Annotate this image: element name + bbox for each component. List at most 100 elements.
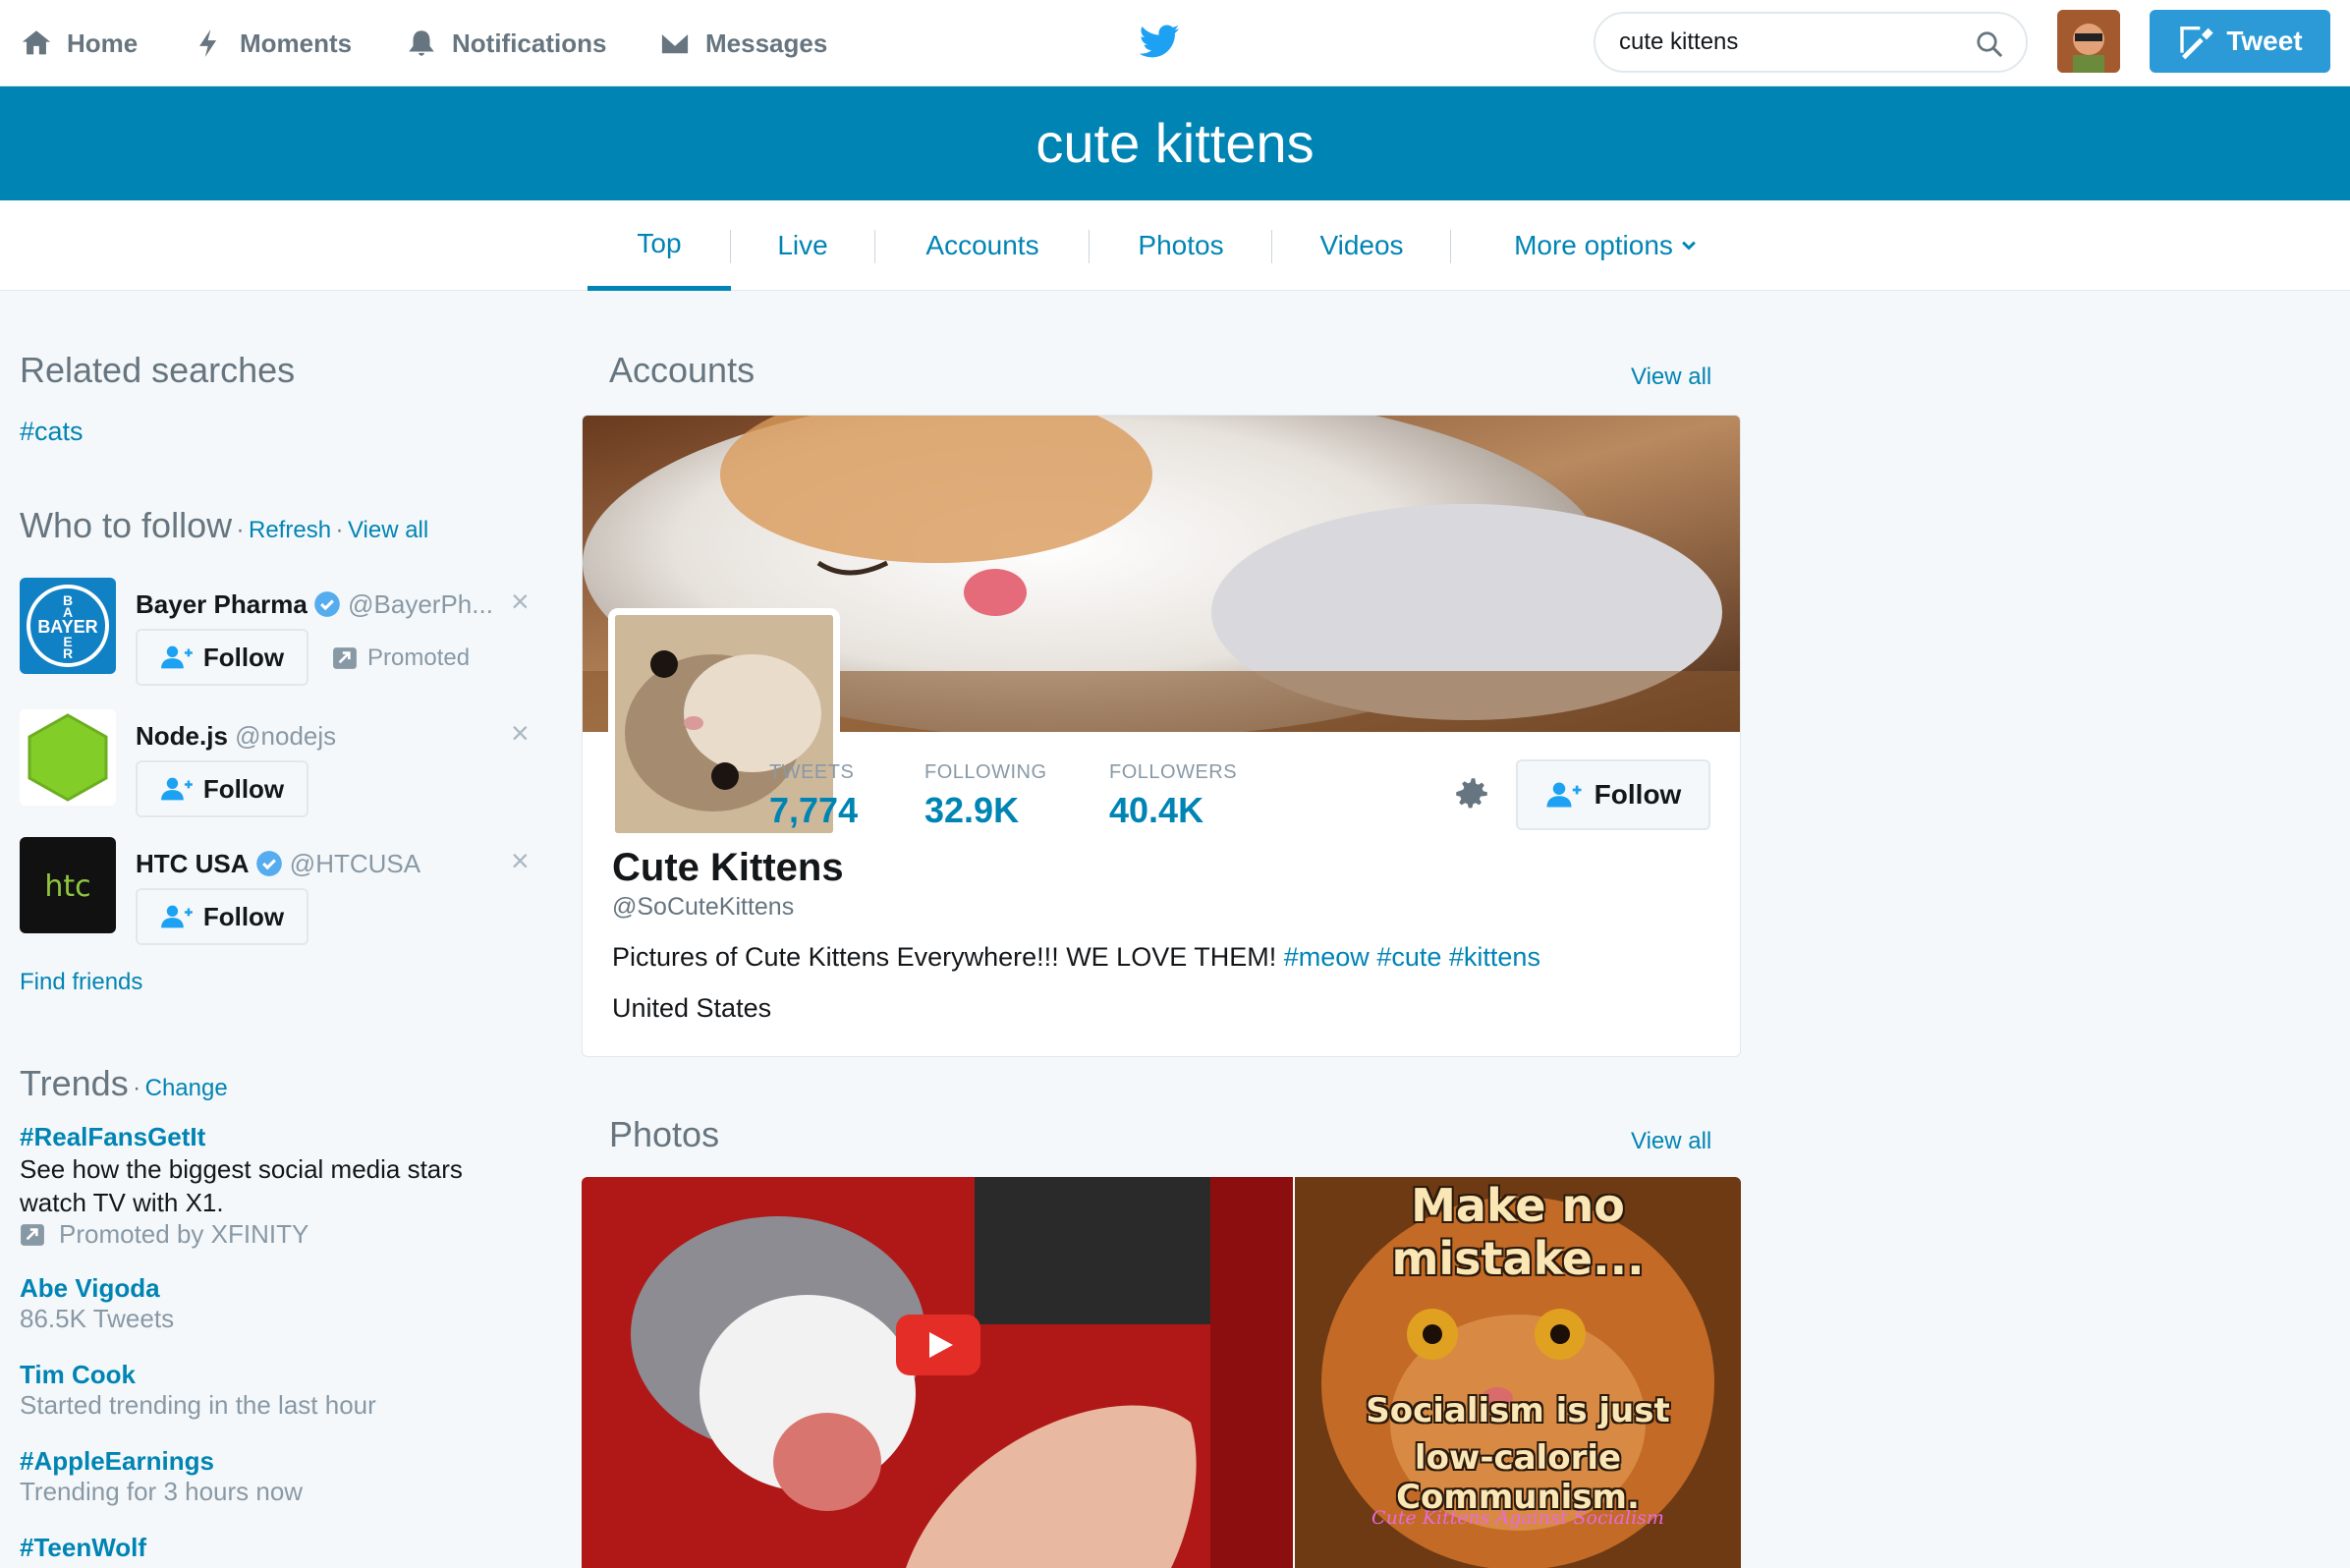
nav-moments[interactable]: Moments: [193, 0, 352, 86]
follow-button[interactable]: Follow: [136, 888, 308, 945]
trends-change-link[interactable]: Change: [145, 1075, 228, 1101]
bio-hashtag[interactable]: #cute: [1376, 942, 1441, 972]
separator-dot: ·: [335, 517, 344, 543]
account-handle: @nodejs: [235, 721, 337, 751]
stat-label: FOLLOWING: [924, 761, 1047, 783]
tab-photos[interactable]: Photos: [1120, 200, 1242, 291]
account-handle: @HTCUSA: [289, 849, 421, 878]
trends-title: Trends: [20, 1063, 129, 1103]
trend-item[interactable]: Tim Cook Started trending in the last ho…: [20, 1360, 376, 1421]
dismiss-suggestion-close-icon[interactable]: ×: [511, 715, 530, 752]
related-search-item[interactable]: #cats: [20, 417, 84, 447]
follow-button[interactable]: Follow: [136, 629, 308, 686]
nav-messages[interactable]: Messages: [658, 0, 827, 86]
follow-button-label: Follow: [202, 773, 285, 804]
search-box[interactable]: [1594, 12, 2028, 73]
profile-handle[interactable]: @SoCuteKittens: [612, 893, 794, 922]
dismiss-suggestion-close-icon[interactable]: ×: [511, 843, 530, 879]
tab-separator: [1450, 230, 1451, 263]
separator-dot: ·: [133, 1075, 141, 1101]
verified-badge-icon: [314, 591, 340, 617]
tab-top[interactable]: Top: [588, 200, 731, 291]
who-to-follow-view-all-link[interactable]: View all: [348, 517, 428, 543]
trend-meta: Trending for 3 hours now: [20, 1477, 304, 1506]
tab-videos[interactable]: Videos: [1303, 200, 1421, 291]
trend-item[interactable]: #RealFansGetIt See how the biggest socia…: [20, 1122, 511, 1250]
promoted-label: Promoted: [332, 644, 470, 672]
tweet-button[interactable]: Tweet: [2150, 10, 2330, 73]
account-name: Bayer Pharma: [136, 589, 308, 619]
profile-follow-button[interactable]: Follow: [1516, 759, 1710, 830]
search-input[interactable]: [1619, 28, 1963, 56]
youtube-play-icon[interactable]: [896, 1315, 980, 1375]
dismiss-suggestion-close-icon[interactable]: ×: [511, 584, 530, 620]
refresh-link[interactable]: Refresh: [249, 517, 331, 543]
bayer-avatar[interactable]: BAYER B A E R: [20, 578, 116, 674]
stat-followers[interactable]: FOLLOWERS 40.4K: [1109, 761, 1237, 831]
nodejs-avatar[interactable]: [20, 709, 116, 806]
profile-bio-text: Pictures of Cute Kittens Everywhere!!! W…: [612, 942, 1277, 972]
stat-following[interactable]: FOLLOWING 32.9K: [924, 761, 1047, 831]
search-tabs: Top Live Accounts Photos Videos More opt…: [0, 200, 2350, 291]
trend-name[interactable]: Abe Vigoda: [20, 1273, 174, 1304]
account-name-row[interactable]: HTC USA @HTCUSA: [136, 849, 420, 879]
profile-name[interactable]: Cute Kittens: [612, 846, 844, 890]
stat-label: TWEETS: [769, 761, 855, 783]
trend-promoted-by: Promoted by XFINITY: [59, 1219, 309, 1249]
twitter-bird-logo-icon[interactable]: [1138, 20, 1181, 63]
add-user-icon: [160, 645, 193, 669]
tab-more-options[interactable]: More options: [1483, 200, 1729, 291]
video-thumbnail-kitten[interactable]: [582, 1177, 1293, 1568]
accounts-view-all-link[interactable]: View all: [1631, 364, 1711, 391]
tab-accounts[interactable]: Accounts: [904, 200, 1061, 291]
stat-label: FOLLOWERS: [1109, 761, 1238, 783]
meme-line2: low-calorie Communism.: [1396, 1438, 1640, 1517]
tab-live[interactable]: Live: [747, 200, 859, 291]
meme-image-cat[interactable]: Make no mistake... Socialism is just low…: [1295, 1177, 1741, 1568]
meme-footer-text: Cute Kittens Against Socialism: [1371, 1507, 1664, 1529]
user-avatar[interactable]: [2057, 10, 2120, 73]
verified-badge-icon: [255, 851, 282, 876]
nav-notifications[interactable]: Notifications: [405, 0, 606, 86]
tweet-button-label: Tweet: [2226, 26, 2303, 56]
follow-suggestion-htc: htc HTC USA @HTCUSA × Follow: [20, 837, 550, 945]
follow-suggestion-nodejs: Node.js @nodejs × Follow: [20, 709, 550, 817]
account-name-row[interactable]: Bayer Pharma @BayerPh...: [136, 589, 493, 620]
trend-item[interactable]: #AppleEarnings Trending for 3 hours now: [20, 1446, 303, 1507]
follow-button[interactable]: Follow: [136, 760, 308, 817]
bio-hashtag[interactable]: #kittens: [1449, 942, 1540, 972]
compose-quill-icon: [2180, 27, 2214, 60]
promoted-icon: [21, 1223, 44, 1246]
lightning-icon: [199, 28, 217, 58]
search-query-title: cute kittens: [1035, 112, 1315, 174]
profile-follow-label: Follow: [1594, 779, 1682, 810]
tab-separator: [1089, 230, 1090, 263]
trend-name[interactable]: #AppleEarnings: [20, 1446, 303, 1477]
nav-home-label: Home: [67, 28, 139, 58]
accounts-section-title: Accounts: [609, 350, 755, 390]
gear-icon[interactable]: [1451, 773, 1492, 814]
who-to-follow-title: Who to follow: [20, 505, 233, 545]
bio-hashtag[interactable]: #meow: [1284, 942, 1370, 972]
follow-button-label: Follow: [202, 642, 285, 672]
trend-name[interactable]: Tim Cook: [20, 1360, 376, 1390]
stat-tweets[interactable]: TWEETS 7,774: [769, 761, 858, 831]
stat-value: 7,774: [769, 790, 859, 830]
tab-separator: [730, 230, 731, 263]
follow-button-label: Follow: [202, 901, 285, 931]
svg-text:R: R: [63, 645, 73, 661]
profile-location: United States: [612, 993, 772, 1023]
trend-item[interactable]: #TeenWolf: [20, 1533, 146, 1563]
svg-text:A: A: [63, 604, 73, 620]
trend-item[interactable]: Abe Vigoda 86.5K Tweets: [20, 1273, 174, 1334]
trend-name[interactable]: #RealFansGetIt: [20, 1122, 511, 1152]
htc-avatar[interactable]: htc: [20, 837, 116, 933]
trend-name[interactable]: #TeenWolf: [20, 1533, 146, 1563]
home-icon: [22, 30, 51, 55]
find-friends-link[interactable]: Find friends: [20, 969, 142, 996]
photos-view-all-link[interactable]: View all: [1631, 1128, 1711, 1155]
search-icon[interactable]: [1975, 29, 2004, 59]
account-name-row[interactable]: Node.js @nodejs: [136, 721, 336, 752]
nav-home[interactable]: Home: [20, 0, 138, 86]
envelope-icon: [659, 30, 691, 56]
